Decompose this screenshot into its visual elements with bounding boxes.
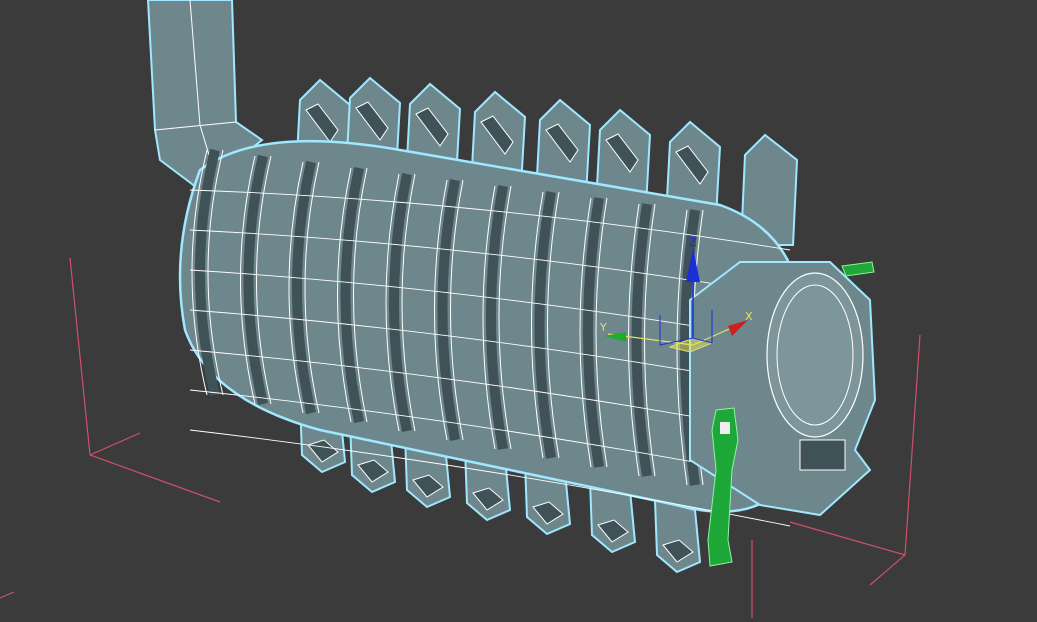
bbox-corner-left-diag <box>89 432 141 456</box>
ash-door <box>799 439 846 471</box>
door-face <box>766 272 864 438</box>
bbox-corner-bl <box>0 591 15 599</box>
gizmo-y-label: Y <box>599 321 607 334</box>
latch-top <box>841 261 875 277</box>
bbox-corner-right-diag <box>789 521 906 556</box>
gizmo-z-label: Z <box>689 236 697 249</box>
handle-label-plate <box>720 422 730 434</box>
viewport-scene[interactable]: Z X Y <box>0 0 1037 622</box>
gizmo-x-label: X <box>745 310 753 323</box>
3d-viewport[interactable]: Z X Y <box>0 0 1037 622</box>
